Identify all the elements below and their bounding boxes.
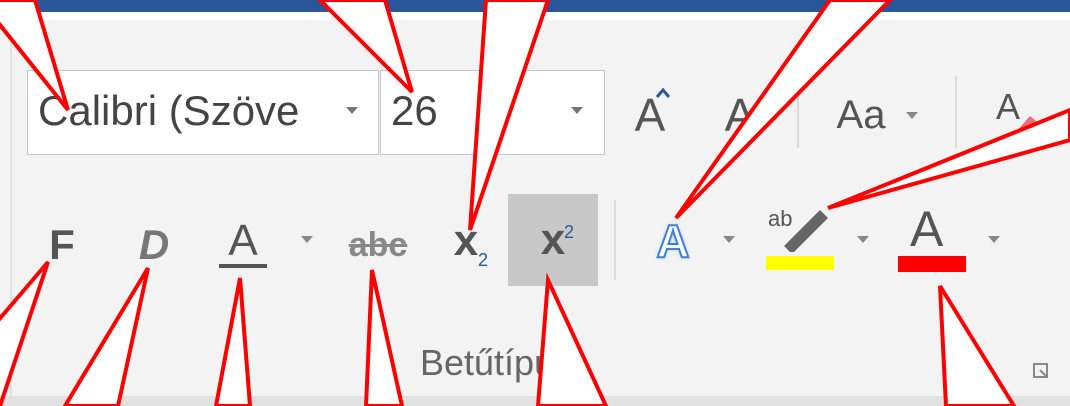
callout-strikethrough [363,269,405,406]
callout-subscript [468,0,551,231]
callout-overlay [0,0,1070,406]
callout-font-color [938,284,1017,406]
callout-italic [62,266,150,406]
callout-text-effects [674,0,893,220]
callout-underline [213,277,253,406]
callout-superscript [535,272,609,406]
callout-font-name [0,0,70,112]
callout-bold [0,260,50,406]
callout-font-size [317,0,414,94]
callout-highlight [827,107,1070,210]
